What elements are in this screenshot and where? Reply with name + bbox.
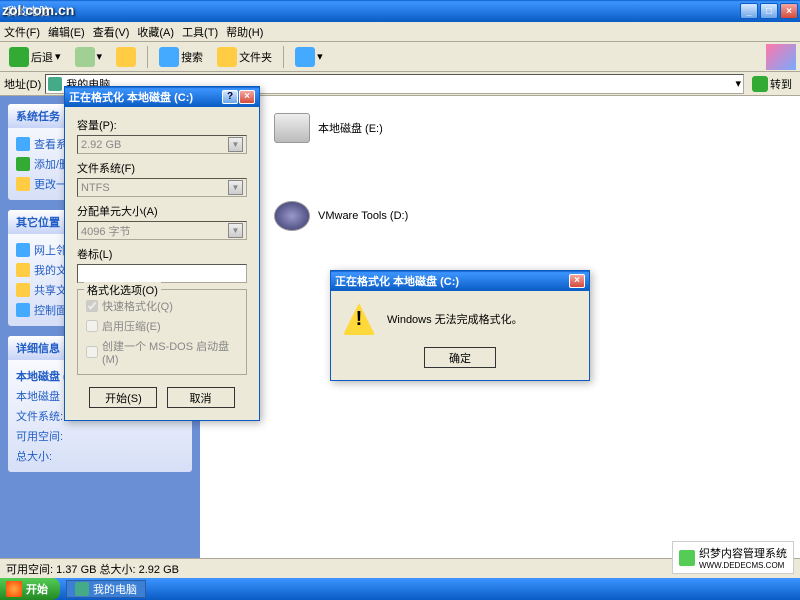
views-button[interactable]: ▾ xyxy=(290,44,328,70)
search-icon xyxy=(159,47,179,67)
chevron-down-icon: ▼ xyxy=(228,223,243,238)
warning-icon: ! xyxy=(343,303,375,335)
help-button[interactable]: ? xyxy=(222,90,238,104)
dropdown-icon[interactable]: ▾ xyxy=(735,77,741,90)
search-button[interactable]: 搜索 xyxy=(154,44,208,70)
taskbar: 开始 我的电脑 xyxy=(0,578,800,600)
window-title: 我的电脑 xyxy=(2,3,740,19)
menu-edit[interactable]: 编辑(E) xyxy=(48,24,85,40)
cancel-button[interactable]: 取消 xyxy=(167,387,235,408)
filesystem-combo[interactable]: NTFS▼ xyxy=(77,178,247,197)
msgbox-title: 正在格式化 本地磁盘 (C:) xyxy=(335,273,569,289)
folders-button[interactable]: 文件夹 xyxy=(212,44,277,70)
msdos-checkbox xyxy=(86,346,98,358)
back-button[interactable]: 后退 ▾ xyxy=(4,44,66,70)
go-icon xyxy=(752,76,768,92)
forward-button[interactable]: ▾ xyxy=(70,44,108,70)
menu-fav[interactable]: 收藏(A) xyxy=(137,24,174,40)
address-label: 地址(D) xyxy=(4,76,41,92)
error-messagebox: 正在格式化 本地磁盘 (C:) × ! Windows 无法完成格式化。 确定 xyxy=(330,270,590,381)
msgbox-text: Windows 无法完成格式化。 xyxy=(387,311,523,327)
cpanel-icon xyxy=(16,303,30,317)
separator xyxy=(147,46,148,68)
up-icon xyxy=(116,47,136,67)
shared-icon xyxy=(16,283,30,297)
forward-icon xyxy=(75,47,95,67)
computer-icon xyxy=(48,77,62,91)
dedecms-icon xyxy=(679,550,695,566)
docs-icon xyxy=(16,263,30,277)
info-icon xyxy=(16,137,30,151)
menubar: 文件(F) 编辑(E) 查看(V) 收藏(A) 工具(T) 帮助(H) xyxy=(0,22,800,42)
go-button[interactable]: 转到 xyxy=(748,74,796,94)
chevron-down-icon: ▼ xyxy=(228,137,243,152)
maximize-button[interactable]: □ xyxy=(760,3,778,19)
alloc-combo[interactable]: 4096 字节▼ xyxy=(77,221,247,240)
disk-icon xyxy=(274,113,310,143)
chevron-down-icon: ▼ xyxy=(228,180,243,195)
compress-checkbox xyxy=(86,320,98,332)
back-icon xyxy=(9,47,29,67)
capacity-label: 容量(P): xyxy=(77,117,247,133)
menu-help[interactable]: 帮助(H) xyxy=(226,24,263,40)
fs-label: 文件系统(F) xyxy=(77,160,247,176)
start-button[interactable]: 开始 xyxy=(0,578,60,600)
capacity-combo[interactable]: 2.92 GB▼ xyxy=(77,135,247,154)
panel-title: 其它位置 xyxy=(16,214,60,230)
ok-button[interactable]: 确定 xyxy=(424,347,496,368)
views-icon xyxy=(295,47,315,67)
panel-title: 详细信息 xyxy=(16,340,60,356)
dialog-title: 正在格式化 本地磁盘 (C:) xyxy=(69,89,222,105)
folders-icon xyxy=(217,47,237,67)
detail-line: 可用空间: xyxy=(16,426,184,446)
drive-e[interactable]: 本地磁盘 (E:) xyxy=(274,108,408,148)
taskbar-item[interactable]: 我的电脑 xyxy=(66,580,146,598)
menu-view[interactable]: 查看(V) xyxy=(93,24,130,40)
windows-logo-icon xyxy=(766,44,796,70)
minimize-button[interactable]: _ xyxy=(740,3,758,19)
msgbox-titlebar[interactable]: 正在格式化 本地磁盘 (C:) × xyxy=(331,271,589,291)
quick-format-checkbox xyxy=(86,300,98,312)
watermark: zol.com.cn xyxy=(2,2,74,18)
titlebar: 我的电脑 _ □ × xyxy=(0,0,800,22)
format-options-group: 格式化选项(O) 快速格式化(Q) 启用压缩(E) 创建一个 MS-DOS 启动… xyxy=(77,289,247,375)
detail-line: 总大小: xyxy=(16,446,184,466)
drive-d[interactable]: VMware Tools (D:) xyxy=(274,196,408,236)
watermark2: 织梦内容管理系统WWW.DEDECMS.COM xyxy=(672,541,794,574)
format-dialog: 正在格式化 本地磁盘 (C:) ? × 容量(P): 2.92 GB▼ 文件系统… xyxy=(64,86,260,421)
menu-tools[interactable]: 工具(T) xyxy=(182,24,218,40)
msgbox-close-button[interactable]: × xyxy=(569,274,585,288)
menu-file[interactable]: 文件(F) xyxy=(4,24,40,40)
alloc-label: 分配单元大小(A) xyxy=(77,203,247,219)
status-text: 可用空间: 1.37 GB 总大小: 2.92 GB xyxy=(6,561,179,577)
separator xyxy=(283,46,284,68)
network-icon xyxy=(16,243,30,257)
toolbar: 后退 ▾ ▾ 搜索 文件夹 ▾ xyxy=(0,42,800,72)
up-button[interactable] xyxy=(111,44,141,70)
settings-icon xyxy=(16,177,30,191)
start-button[interactable]: 开始(S) xyxy=(89,387,157,408)
volume-label-label: 卷标(L) xyxy=(77,246,247,262)
start-icon xyxy=(6,581,22,597)
panel-title: 系统任务 xyxy=(16,108,60,124)
dialog-titlebar[interactable]: 正在格式化 本地磁盘 (C:) ? × xyxy=(65,87,259,107)
dialog-close-button[interactable]: × xyxy=(239,90,255,104)
volume-label-input[interactable] xyxy=(77,264,247,283)
close-button[interactable]: × xyxy=(780,3,798,19)
vmware-icon xyxy=(274,201,310,231)
computer-icon xyxy=(75,582,89,596)
group-legend: 格式化选项(O) xyxy=(84,282,161,298)
addremove-icon xyxy=(16,157,30,171)
